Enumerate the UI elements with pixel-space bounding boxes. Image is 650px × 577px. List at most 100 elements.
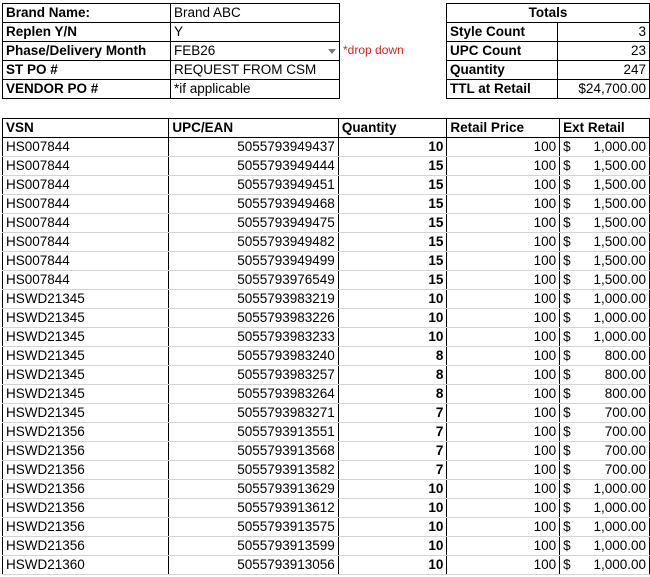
info-label[interactable]: Phase/Delivery Month: [2, 41, 171, 61]
cell-upc[interactable]: 5055793983271: [168, 403, 339, 423]
cell-retail-price[interactable]: 100: [446, 517, 561, 537]
cell-retail-price[interactable]: 100: [446, 327, 561, 347]
cell-vsn[interactable]: HSWD21345: [1, 308, 170, 328]
cell-retail-price[interactable]: 100: [446, 232, 561, 252]
totals-label[interactable]: UPC Count: [445, 41, 559, 61]
cell-quantity[interactable]: 8: [337, 365, 448, 385]
cell-ext-retail[interactable]: $1,500.00: [559, 232, 650, 252]
cell-quantity[interactable]: 10: [337, 479, 448, 499]
cell-upc[interactable]: 5055793983233: [168, 327, 339, 347]
cell-retail-price[interactable]: 100: [446, 194, 561, 214]
cell-vsn[interactable]: HS007844: [1, 232, 170, 252]
cell-ext-retail[interactable]: $1,500.00: [559, 251, 650, 271]
cell-upc[interactable]: 5055793913568: [168, 441, 339, 461]
cell-upc[interactable]: 5055793913575: [168, 517, 339, 537]
cell-retail-price[interactable]: 100: [446, 289, 561, 309]
cell-retail-price[interactable]: 100: [446, 536, 561, 556]
cell-quantity[interactable]: 7: [337, 422, 448, 442]
cell-upc[interactable]: 5055793983240: [168, 346, 339, 366]
cell-ext-retail[interactable]: $1,000.00: [559, 555, 650, 575]
cell-quantity[interactable]: 15: [337, 194, 448, 214]
cell-ext-retail[interactable]: $1,000.00: [559, 137, 650, 157]
totals-label[interactable]: Style Count: [445, 22, 559, 42]
cell-quantity[interactable]: 10: [337, 137, 448, 157]
cell-retail-price[interactable]: 100: [446, 213, 561, 233]
cell-retail-price[interactable]: 100: [446, 555, 561, 575]
cell-vsn[interactable]: HS007844: [1, 270, 170, 290]
cell-upc[interactable]: 5055793983219: [168, 289, 339, 309]
cell-vsn[interactable]: HSWD21345: [1, 289, 170, 309]
cell-ext-retail[interactable]: $800.00: [559, 384, 650, 404]
cell-vsn[interactable]: HSWD21345: [1, 346, 170, 366]
cell-quantity[interactable]: 8: [337, 384, 448, 404]
totals-value[interactable]: 3: [557, 22, 650, 42]
cell-vsn[interactable]: HSWD21360: [1, 555, 170, 575]
cell-ext-retail[interactable]: $700.00: [559, 441, 650, 461]
col-header-ext-retail[interactable]: Ext Retail: [559, 118, 650, 138]
cell-retail-price[interactable]: 100: [446, 308, 561, 328]
info-label[interactable]: Replen Y/N: [2, 22, 171, 42]
cell-vsn[interactable]: HSWD21356: [1, 536, 170, 556]
cell-retail-price[interactable]: 100: [446, 422, 561, 442]
cell-quantity[interactable]: 15: [337, 213, 448, 233]
cell-retail-price[interactable]: 100: [446, 175, 561, 195]
cell-retail-price[interactable]: 100: [446, 156, 561, 176]
cell-quantity[interactable]: 10: [337, 289, 448, 309]
cell-upc[interactable]: 5055793983257: [168, 365, 339, 385]
cell-ext-retail[interactable]: $1,000.00: [559, 479, 650, 499]
phase-dropdown[interactable]: FEB26: [170, 41, 340, 61]
cell-retail-price[interactable]: 100: [446, 270, 561, 290]
cell-quantity[interactable]: 15: [337, 175, 448, 195]
cell-ext-retail[interactable]: $1,000.00: [559, 289, 650, 309]
cell-quantity[interactable]: 10: [337, 498, 448, 518]
cell-vsn[interactable]: HS007844: [1, 175, 170, 195]
info-label[interactable]: VENDOR PO #: [2, 79, 171, 99]
totals-value[interactable]: 23: [557, 41, 650, 61]
cell-quantity[interactable]: 10: [337, 327, 448, 347]
cell-vsn[interactable]: HS007844: [1, 194, 170, 214]
cell-retail-price[interactable]: 100: [446, 137, 561, 157]
cell-upc[interactable]: 5055793949468: [168, 194, 339, 214]
cell-vsn[interactable]: HSWD21356: [1, 441, 170, 461]
cell-upc[interactable]: 5055793913599: [168, 536, 339, 556]
cell-ext-retail[interactable]: $1,000.00: [559, 517, 650, 537]
cell-upc[interactable]: 5055793949437: [168, 137, 339, 157]
cell-vsn[interactable]: HSWD21356: [1, 460, 170, 480]
cell-quantity[interactable]: 10: [337, 536, 448, 556]
cell-vsn[interactable]: HS007844: [1, 213, 170, 233]
cell-retail-price[interactable]: 100: [446, 251, 561, 271]
cell-ext-retail[interactable]: $700.00: [559, 460, 650, 480]
totals-value[interactable]: $24,700.00: [557, 79, 650, 99]
cell-upc[interactable]: 5055793913582: [168, 460, 339, 480]
cell-vsn[interactable]: HS007844: [1, 156, 170, 176]
cell-quantity[interactable]: 10: [337, 555, 448, 575]
cell-ext-retail[interactable]: $700.00: [559, 403, 650, 423]
cell-quantity[interactable]: 7: [337, 403, 448, 423]
cell-ext-retail[interactable]: $1,500.00: [559, 270, 650, 290]
col-header-vsn[interactable]: VSN: [1, 118, 170, 138]
cell-retail-price[interactable]: 100: [446, 479, 561, 499]
cell-ext-retail[interactable]: $800.00: [559, 365, 650, 385]
cell-ext-retail[interactable]: $1,000.00: [559, 498, 650, 518]
info-value[interactable]: *if applicable: [170, 79, 340, 99]
cell-upc[interactable]: 5055793983264: [168, 384, 339, 404]
cell-retail-price[interactable]: 100: [446, 498, 561, 518]
cell-vsn[interactable]: HSWD21345: [1, 365, 170, 385]
cell-quantity[interactable]: 10: [337, 308, 448, 328]
cell-upc[interactable]: 5055793949451: [168, 175, 339, 195]
totals-value[interactable]: 247: [557, 60, 650, 80]
info-label[interactable]: ST PO #: [2, 60, 171, 80]
cell-quantity[interactable]: 8: [337, 346, 448, 366]
col-header-quantity[interactable]: Quantity: [337, 118, 448, 138]
totals-title[interactable]: Totals: [446, 3, 650, 23]
cell-upc[interactable]: 5055793949444: [168, 156, 339, 176]
cell-retail-price[interactable]: 100: [446, 384, 561, 404]
totals-label[interactable]: TTL at Retail: [445, 79, 559, 99]
info-value[interactable]: Y: [170, 22, 340, 42]
cell-ext-retail[interactable]: $800.00: [559, 346, 650, 366]
cell-ext-retail[interactable]: $1,000.00: [559, 327, 650, 347]
cell-upc[interactable]: 5055793913551: [168, 422, 339, 442]
col-header-retail-price[interactable]: Retail Price: [446, 118, 561, 138]
cell-upc[interactable]: 5055793949475: [168, 213, 339, 233]
cell-vsn[interactable]: HSWD21356: [1, 498, 170, 518]
